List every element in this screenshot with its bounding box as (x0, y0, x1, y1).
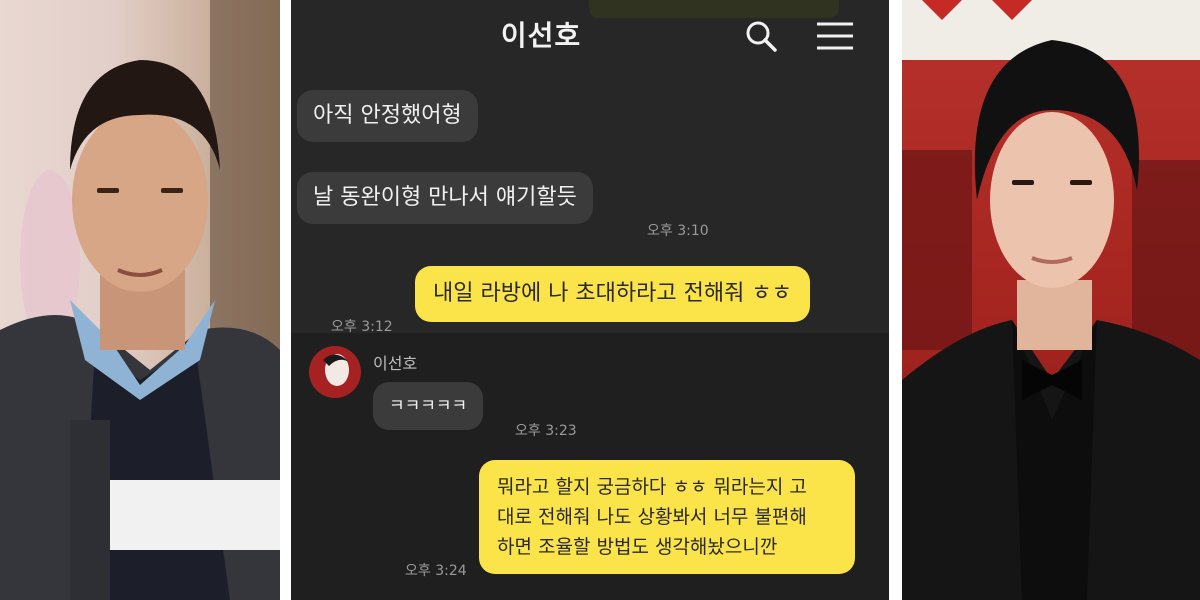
chat-title: 이선호 (500, 19, 582, 52)
search-icon[interactable] (743, 18, 779, 54)
avatar[interactable] (309, 346, 361, 398)
sender-name: 이선호 (373, 354, 418, 373)
message-bubble-incoming: 날 동완이형 만나서 얘기할듯 (297, 172, 593, 224)
menu-icon[interactable] (815, 18, 853, 54)
photo-left (0, 0, 280, 600)
message-time: 오후 3:23 (515, 423, 577, 439)
message-bubble-outgoing: 뭐라고 할지 궁금하다 ㅎㅎ 뭐라는지 고 대로 전해줘 나도 상황봐서 너무 … (479, 460, 855, 574)
message-time: 오후 3:10 (647, 223, 709, 239)
chat-header: 이선호 (291, 0, 889, 72)
message-bubble-incoming: ㅋㅋㅋㅋㅋ (373, 382, 484, 430)
message-bubble-incoming: 아직 안정했어형 (297, 90, 478, 142)
photo-right (902, 0, 1200, 600)
message-time: 오후 3:12 (331, 319, 393, 335)
message-time: 오후 3:24 (405, 563, 467, 579)
chat-window: 이선호 아직 안정했어형 날 동완이형 만나서 얘기할듯 오후 3:10 내일 … (291, 0, 889, 600)
message-bubble-outgoing: 내일 라방에 나 초대하라고 전해줘 ㅎㅎ (415, 266, 810, 322)
